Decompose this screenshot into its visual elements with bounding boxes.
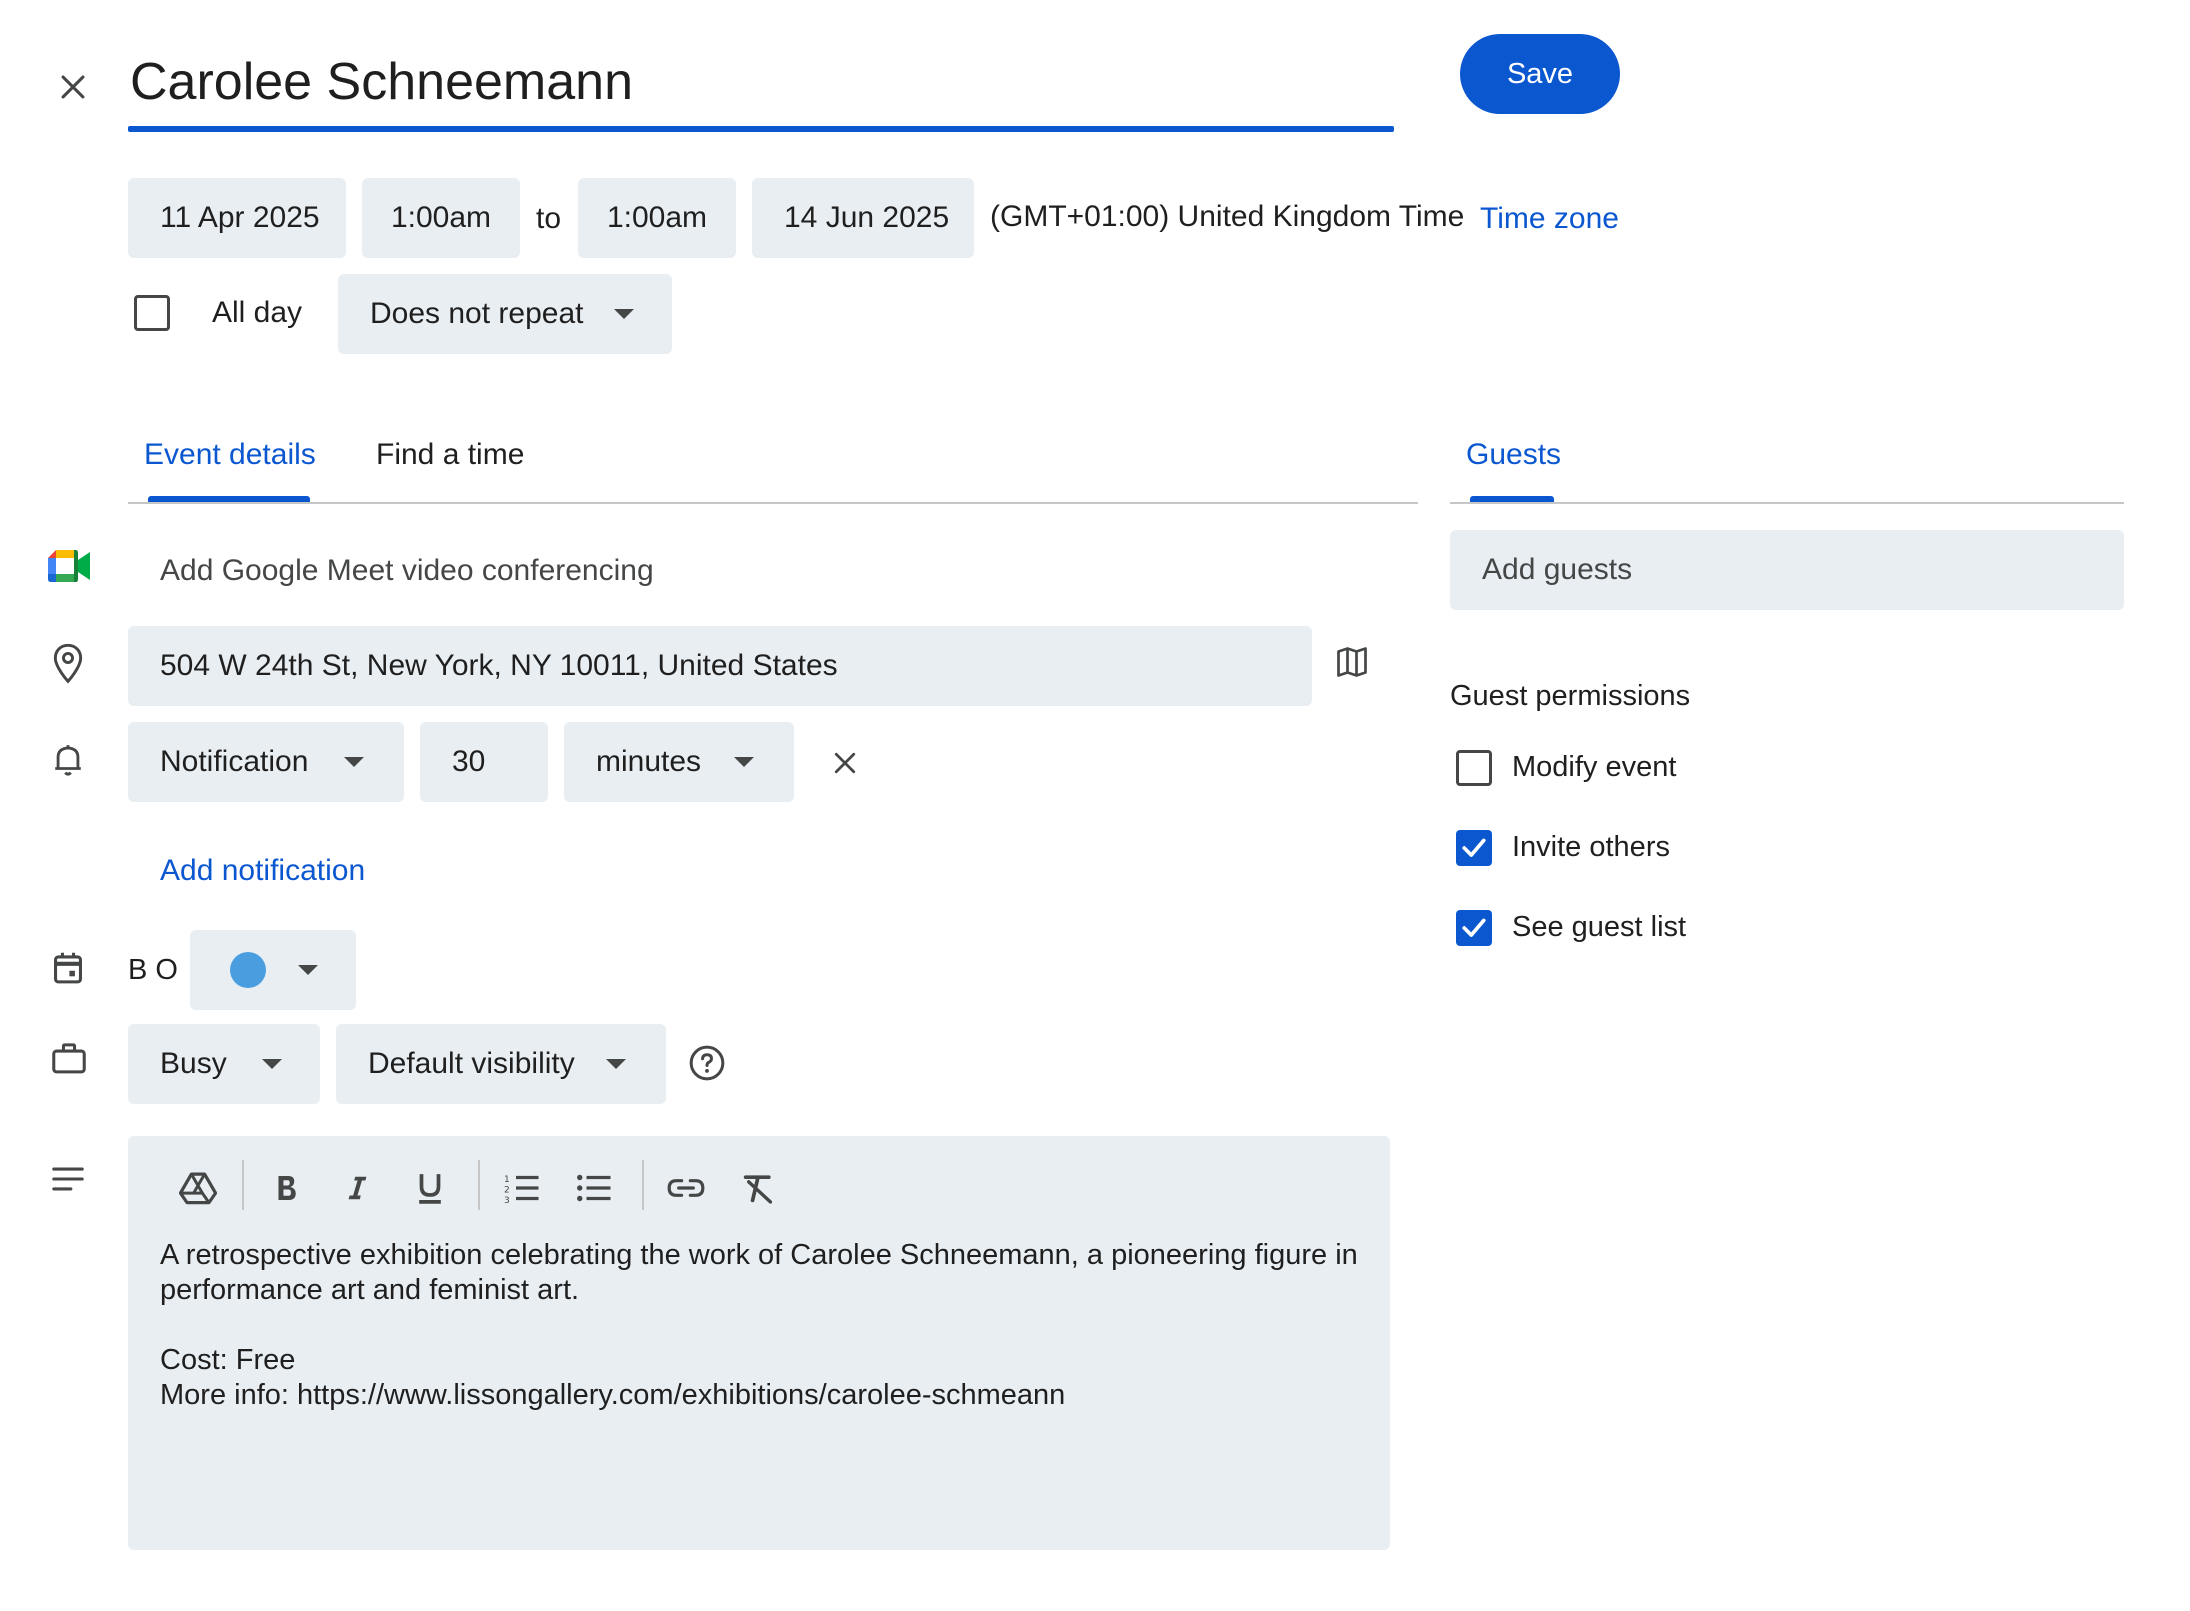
all-day-label: All day	[212, 296, 303, 329]
guests-tabs-divider	[1450, 502, 2124, 504]
bold-icon[interactable]	[258, 1160, 314, 1216]
chevron-down-icon	[734, 757, 754, 767]
repeat-dropdown[interactable]: Does not repeat	[338, 274, 672, 354]
briefcase-icon	[48, 1036, 90, 1080]
timezone-text: (GMT+01:00) United Kingdom Time	[990, 200, 1465, 233]
tab-event-details[interactable]: Event details	[144, 438, 316, 472]
description-line: More info: https://www.lissongallery.com…	[160, 1379, 1066, 1411]
svg-text:2: 2	[504, 1186, 510, 1196]
bulleted-list-icon[interactable]	[566, 1160, 622, 1216]
see-guest-list-label: See guest list	[1512, 911, 1687, 943]
description-line: A retrospective exhibition celebrating t…	[160, 1239, 1358, 1271]
map-icon[interactable]	[1330, 640, 1374, 684]
to-label: to	[536, 202, 562, 235]
calendar-color-dropdown[interactable]	[190, 930, 356, 1010]
add-guests-placeholder: Add guests	[1482, 553, 1633, 586]
description-icon	[48, 1162, 88, 1196]
availability-dropdown[interactable]: Busy	[128, 1024, 320, 1104]
clear-formatting-icon[interactable]	[730, 1160, 786, 1216]
calendar-icon	[48, 946, 88, 990]
tabs-divider	[128, 502, 1418, 504]
link-icon[interactable]	[658, 1160, 714, 1216]
invite-others-checkbox[interactable]	[1456, 830, 1492, 866]
close-icon[interactable]	[48, 62, 98, 112]
end-time-text: 1:00am	[606, 201, 708, 234]
start-date-field[interactable]: 11 Apr 2025	[128, 178, 346, 258]
google-meet-link[interactable]: Add Google Meet video conferencing	[160, 554, 654, 588]
numbered-list-icon[interactable]: 123	[494, 1160, 550, 1216]
svg-text:1: 1	[504, 1175, 510, 1185]
notification-unit-dropdown[interactable]: minutes	[564, 722, 794, 802]
remove-notification-icon[interactable]	[820, 738, 870, 788]
google-meet-icon	[48, 548, 90, 584]
guest-permissions-title: Guest permissions	[1450, 680, 1691, 712]
calendar-color-swatch	[230, 952, 266, 988]
notification-type-dropdown[interactable]: Notification	[128, 722, 404, 802]
description-blank-line	[160, 1308, 1370, 1343]
end-date-text: 14 Jun 2025	[784, 201, 950, 234]
see-guest-list-checkbox[interactable]	[1456, 910, 1492, 946]
description-text: A retrospective exhibition celebrating t…	[160, 1238, 1370, 1413]
chevron-down-icon	[344, 757, 364, 767]
all-day-checkbox[interactable]	[134, 295, 170, 331]
toolbar-separator	[478, 1160, 480, 1210]
underline-icon[interactable]	[402, 1160, 458, 1216]
save-button-label: Save	[1506, 57, 1574, 90]
description-line: Cost: Free	[160, 1344, 296, 1376]
visibility-text: Default visibility	[368, 1047, 575, 1080]
timezone-link[interactable]: Time zone	[1480, 202, 1619, 236]
invite-others-label: Invite others	[1512, 831, 1670, 863]
calendar-owner-label: B O	[128, 954, 178, 986]
drive-icon[interactable]	[170, 1160, 226, 1216]
title-input[interactable]: Carolee Schneemann	[128, 48, 1394, 134]
start-date-text: 11 Apr 2025	[160, 201, 320, 234]
toolbar-separator	[642, 1160, 644, 1210]
chevron-down-icon	[606, 1059, 626, 1069]
tab-guests[interactable]: Guests	[1466, 438, 1561, 472]
modify-event-checkbox[interactable]	[1456, 750, 1492, 786]
start-time-field[interactable]: 1:00am	[362, 178, 520, 258]
notification-amount-input[interactable]: 30	[420, 722, 548, 802]
location-input[interactable]: 504 W 24th St, New York, NY 10011, Unite…	[128, 626, 1312, 706]
chevron-down-icon	[614, 309, 634, 319]
svg-text:3: 3	[504, 1196, 510, 1203]
location-text: 504 W 24th St, New York, NY 10011, Unite…	[160, 649, 838, 682]
title-text: Carolee Schneemann	[130, 53, 633, 111]
bell-icon	[48, 738, 88, 782]
notification-unit-text: minutes	[596, 745, 702, 778]
save-button[interactable]: Save	[1460, 34, 1620, 114]
title-underline	[128, 126, 1394, 132]
availability-text: Busy	[160, 1047, 227, 1080]
end-date-field[interactable]: 14 Jun 2025	[752, 178, 974, 258]
modify-event-label: Modify event	[1512, 751, 1677, 783]
chevron-down-icon	[298, 965, 318, 975]
add-guests-input[interactable]: Add guests	[1450, 530, 2124, 610]
help-icon[interactable]	[684, 1040, 730, 1086]
end-time-field[interactable]: 1:00am	[578, 178, 736, 258]
chevron-down-icon	[262, 1059, 282, 1069]
description-line: performance art and feminist art.	[160, 1274, 580, 1306]
italic-icon[interactable]	[330, 1160, 386, 1216]
notification-amount-text: 30	[452, 745, 486, 778]
tab-find-a-time[interactable]: Find a time	[376, 438, 524, 472]
visibility-dropdown[interactable]: Default visibility	[336, 1024, 666, 1104]
add-notification-button[interactable]: Add notification	[160, 854, 365, 888]
start-time-text: 1:00am	[390, 201, 492, 234]
repeat-text: Does not repeat	[370, 297, 584, 330]
toolbar-separator	[242, 1160, 244, 1210]
location-pin-icon	[48, 640, 88, 688]
notification-type-text: Notification	[160, 745, 309, 778]
